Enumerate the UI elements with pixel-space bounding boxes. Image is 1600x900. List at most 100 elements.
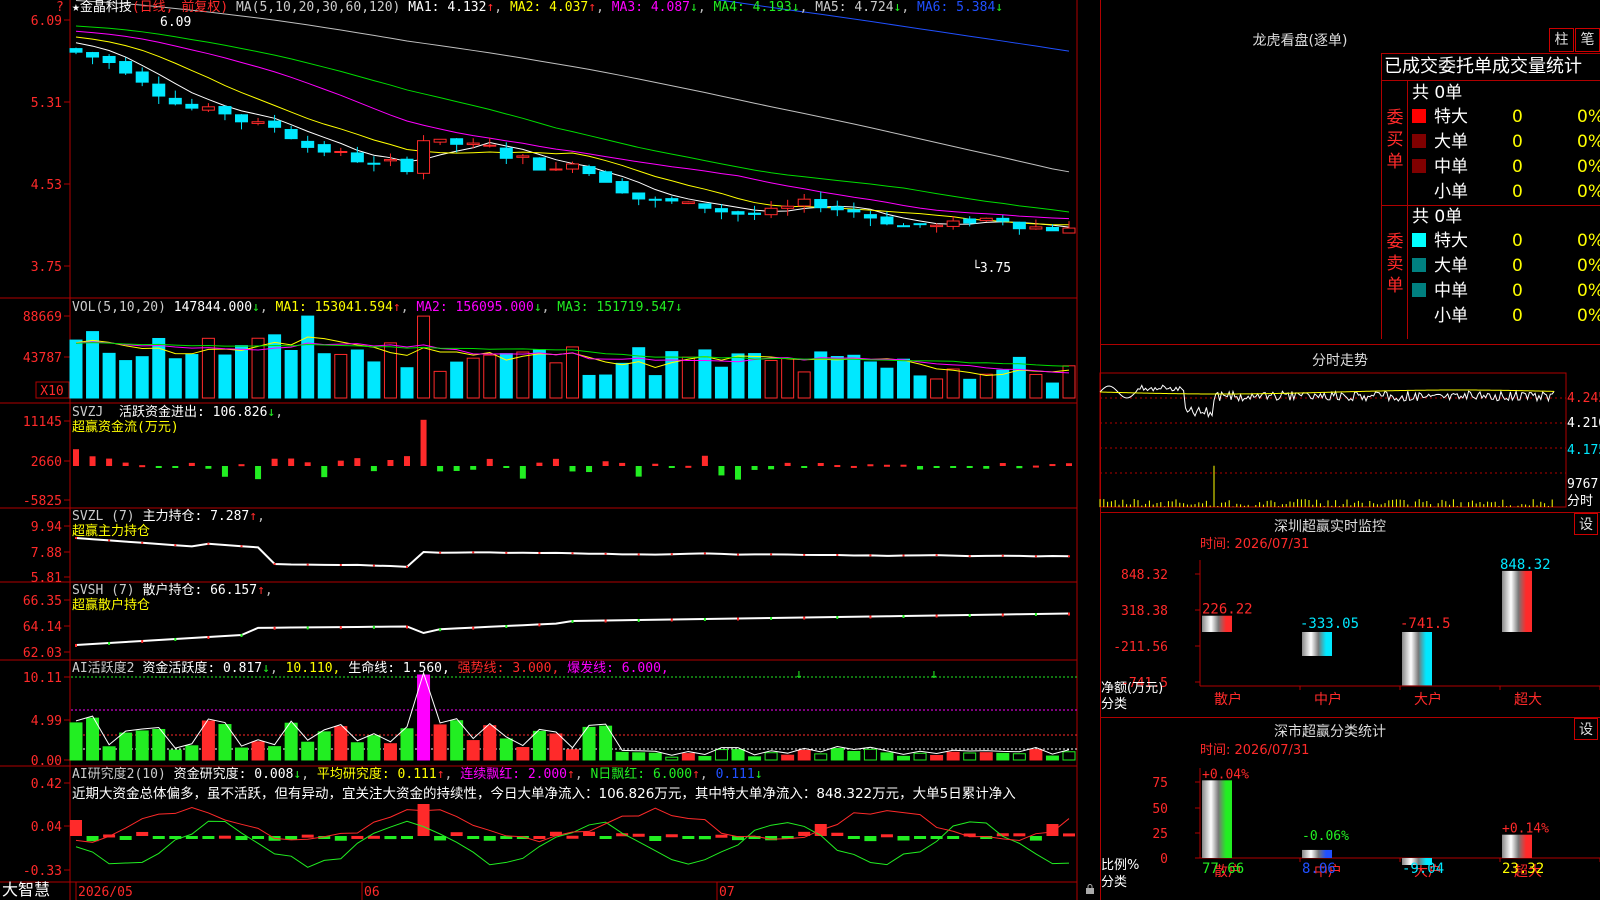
fund-flow-bar (1032, 465, 1039, 468)
research-bar (417, 804, 430, 836)
volume-unit: X10 (40, 384, 63, 399)
y-tick-label: 9.94 (31, 520, 62, 535)
activity-bar (698, 756, 712, 761)
research-bar (1029, 836, 1042, 841)
buy-total: 共 0单 (1412, 83, 1463, 103)
y-tick-label: 0.42 (31, 777, 62, 792)
position-mark (339, 563, 342, 566)
lock-icon[interactable] (1085, 884, 1095, 894)
fund-flow-bar (552, 458, 559, 466)
stats-settings-button[interactable]: 设 (1574, 718, 1598, 740)
candle (516, 155, 530, 158)
order-name: 大单 (1434, 132, 1468, 152)
activity-bar (665, 756, 679, 761)
research-bar (682, 836, 695, 839)
position-mark (472, 551, 475, 554)
retail-mark (1034, 613, 1037, 616)
volume-bar (731, 353, 745, 399)
candle (400, 158, 414, 173)
activity-bar (152, 728, 166, 761)
legend-swatch (1412, 134, 1426, 148)
candle (383, 159, 397, 162)
sell-total: 共 0单 (1412, 207, 1463, 227)
candle (599, 171, 613, 183)
order-count: 0 (1512, 281, 1523, 301)
volume-bar (1029, 373, 1043, 399)
research-bar (897, 836, 910, 841)
order-name: 中单 (1434, 157, 1468, 177)
candle (235, 114, 248, 123)
help-mark[interactable]: ? (56, 0, 64, 16)
volume-bar (847, 354, 861, 399)
order-pct: 0% (1577, 306, 1600, 326)
longhu-table: 委买单 委卖单 共 0单 共 0单 特大 0 0% 大单 0 0% 中单 0 0% 小单 0 0% 特大… (1381, 81, 1600, 339)
y-tick-label: 7.88 (31, 546, 62, 561)
candle (168, 97, 182, 105)
position-mark (770, 553, 773, 556)
fund-flow-bar (768, 466, 775, 470)
volume-bar (1045, 382, 1059, 399)
bar-mode-button[interactable]: 柱 (1549, 28, 1574, 52)
activity-bar (168, 749, 182, 761)
svsh-header: SVSH (7) 散户持仓: 66.157↑, (72, 583, 273, 598)
fund-flow-bar (586, 466, 593, 473)
research-bar (599, 836, 612, 839)
ma1-value: MA1: 4.132 (408, 0, 487, 15)
volume-bar (450, 361, 464, 399)
research-bar (235, 836, 248, 841)
fund-flow-bar (205, 466, 212, 469)
candle (268, 120, 282, 128)
retail-mark (240, 634, 243, 637)
retail-mark (372, 625, 375, 629)
research-bar (1013, 833, 1026, 837)
candle (797, 198, 811, 207)
retail-mark (108, 642, 111, 645)
research-bar (384, 836, 397, 840)
retail-mark (968, 614, 971, 617)
research-bar (252, 836, 265, 839)
retail-mark (273, 626, 276, 630)
research-bar (218, 835, 231, 839)
retail-mark (836, 616, 839, 619)
activity-bar (466, 740, 480, 761)
research-bar (698, 836, 711, 840)
position-mark (306, 563, 309, 566)
fund-flow-bar (652, 463, 659, 466)
retail-mark (406, 625, 408, 629)
volume-bar (466, 357, 480, 399)
candle (69, 48, 83, 53)
retail-mark (1001, 613, 1004, 617)
position-mark (703, 552, 706, 555)
candle (119, 61, 133, 74)
y-tick-label: 2660 (31, 455, 62, 470)
y-tick-label: 66.35 (23, 594, 62, 609)
volume-bar (648, 375, 662, 399)
research-bar (632, 833, 645, 837)
position-mark (505, 551, 508, 554)
fund-flow-bar (933, 466, 940, 468)
arrow-down-icon: ↓ (791, 0, 800, 15)
stock-name[interactable]: 金晶科技 (80, 0, 132, 15)
arrow-down-icon: ↓ (533, 300, 542, 315)
fund-flow-bar (834, 465, 841, 468)
fund-flow-bar (718, 466, 725, 476)
candle (566, 163, 579, 170)
research-bar (185, 836, 198, 839)
stats-title: 深市超赢分类统计 (1274, 724, 1386, 740)
position-mark (902, 554, 905, 557)
monitor-settings-button[interactable]: 设 (1574, 513, 1598, 535)
tick-mode-button[interactable]: 笔 (1575, 28, 1600, 52)
arrow-up-icon: ↑ (588, 0, 597, 15)
volume-bar (135, 356, 149, 399)
stock-chart-area[interactable]: 6.09 5.31 4.53 3.75 6.09 └3.75 88669 43787 X10 11… (0, 0, 1078, 900)
activity-bar (797, 749, 811, 761)
candle (86, 52, 100, 58)
brand-logo[interactable]: 大智慧 (2, 880, 50, 900)
retail-mark (571, 620, 574, 623)
research-bar (401, 836, 413, 839)
ma5-value: MA5: 4.724 (815, 0, 894, 15)
y-tick-label: 62.03 (23, 646, 62, 661)
fund-flow-bar (321, 466, 328, 478)
period-label[interactable]: (日线, 前复权) (132, 0, 228, 15)
activity-bar (632, 752, 646, 761)
